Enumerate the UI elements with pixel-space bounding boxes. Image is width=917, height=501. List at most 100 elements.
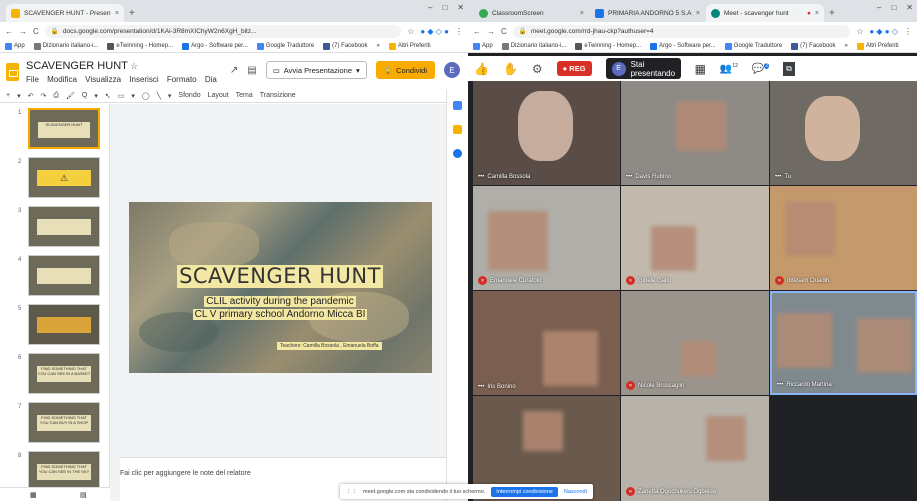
- bookmark-item[interactable]: Google Traduttore: [256, 42, 314, 50]
- participant-tile[interactable]: ••• Iris Bonino: [473, 291, 620, 395]
- menu-formato[interactable]: Formato: [167, 75, 197, 84]
- close-tab-icon[interactable]: ×: [115, 10, 119, 17]
- participant-tile[interactable]: ✕ Zanetta Ogochukwu Ogbeide: [621, 396, 769, 501]
- activity-icon[interactable]: ↗: [230, 65, 238, 76]
- minimize-icon[interactable]: –: [877, 3, 881, 12]
- slide-thumbnail[interactable]: [28, 255, 100, 296]
- close-tab-icon[interactable]: ×: [815, 10, 819, 17]
- slide-title[interactable]: SCAVENGER HUNT: [177, 265, 383, 288]
- maximize-icon[interactable]: □: [442, 3, 447, 12]
- undo-icon[interactable]: ↶: [28, 92, 34, 100]
- presenting-indicator[interactable]: E Stai presentando: [605, 58, 681, 79]
- slide-thumbnail[interactable]: [28, 206, 100, 247]
- recording-badge[interactable]: ● REG: [556, 61, 592, 76]
- raise-hand-icon[interactable]: ✋: [503, 62, 518, 76]
- bookmark-item[interactable]: eTwinning - Homep...: [107, 42, 173, 50]
- participant-tile[interactable]: ••• Davis Rubino: [621, 81, 769, 185]
- stop-sharing-button[interactable]: Interrompi condivisione: [491, 486, 558, 497]
- new-slide-icon[interactable]: +: [6, 92, 10, 99]
- bookmark-item[interactable]: Altri Preferiti: [388, 42, 431, 50]
- settings-gear-icon[interactable]: ⚙: [532, 62, 543, 76]
- share-button[interactable]: 🔒 Condividi: [375, 61, 435, 79]
- layout-grid-icon[interactable]: ▦: [695, 62, 706, 76]
- back-icon[interactable]: ←: [473, 27, 481, 36]
- select-cursor-icon[interactable]: ↖: [105, 92, 111, 100]
- reload-icon[interactable]: C: [501, 27, 507, 36]
- bookmark-star-icon[interactable]: ☆: [407, 27, 414, 36]
- chevron-down-icon[interactable]: ▾: [17, 92, 21, 100]
- bookmark-overflow[interactable]: »: [377, 43, 380, 49]
- participant-tile-active-speaker[interactable]: ••• Riccardo Martina: [770, 291, 917, 395]
- bookmark-item[interactable]: (7) Facebook: [323, 42, 368, 50]
- close-tab-icon[interactable]: ×: [580, 10, 584, 17]
- transition-button[interactable]: Transizione: [260, 92, 296, 99]
- menu-diapositiva[interactable]: Dia: [205, 75, 217, 84]
- extension-icons[interactable]: ● ◆ ● ◇: [869, 27, 898, 36]
- menu-file[interactable]: File: [26, 75, 39, 84]
- menu-visualizza[interactable]: Visualizza: [85, 75, 121, 84]
- slide-subtitle[interactable]: CLIL activity during the pandemic CL V p…: [177, 295, 383, 321]
- new-tab-button[interactable]: +: [829, 8, 835, 19]
- url-field[interactable]: 🔒 meet.google.com/rrd-jhau-ckp?authuser=4: [512, 24, 851, 38]
- forward-icon[interactable]: →: [19, 27, 27, 36]
- participant-tile[interactable]: ✕ Nicole Bruscaglin: [621, 291, 769, 395]
- participant-tile[interactable]: ✕ Emanuele Curatolo: [473, 186, 620, 290]
- participant-tile[interactable]: ✕ Gioele Gallo: [621, 186, 769, 290]
- paint-format-icon[interactable]: 🖌: [66, 92, 75, 100]
- chevron-down-icon[interactable]: ▾: [94, 92, 98, 100]
- tab-meet[interactable]: Meet - scavenger hunt ● ×: [706, 4, 824, 22]
- main-slide[interactable]: SCAVENGER HUNT CLIL activity during the …: [129, 202, 432, 373]
- back-icon[interactable]: ←: [5, 27, 13, 36]
- calendar-icon[interactable]: [453, 101, 462, 110]
- bookmark-star-icon[interactable]: ☆: [856, 27, 863, 36]
- menu-icon[interactable]: ⋮: [455, 27, 463, 36]
- participant-tile[interactable]: ✕ Ibtesam Ouadih: [770, 186, 917, 290]
- url-field[interactable]: 🔒 docs.google.com/presentation/d/1KAi-3R8…: [44, 24, 402, 38]
- slide-thumbnail[interactable]: ⚠: [28, 157, 100, 198]
- pip-icon[interactable]: ⧉: [783, 61, 795, 76]
- thumbs-up-icon[interactable]: 👍: [474, 62, 489, 76]
- close-tab-icon[interactable]: ×: [696, 10, 700, 17]
- slide-thumbnail[interactable]: SCAVENGER HUNT: [28, 108, 100, 149]
- bookmark-item[interactable]: (7) Facebook: [791, 42, 836, 50]
- slide-thumbnail[interactable]: FIND SOMETHING THAT YOU CAN BUY IN A SHO…: [28, 402, 100, 443]
- menu-icon[interactable]: ⋮: [904, 27, 912, 36]
- participant-tile[interactable]: ••• Tu: [770, 81, 917, 185]
- line-icon[interactable]: ╲: [157, 92, 161, 100]
- bookmark-item[interactable]: Dizionario italiano-i...: [33, 42, 98, 50]
- forward-icon[interactable]: →: [487, 27, 495, 36]
- slide-thumbnail[interactable]: FIND SOMETHING THAT YOU CAN SEE IN A BAS…: [28, 353, 100, 394]
- zoom-icon[interactable]: Q: [82, 92, 87, 99]
- chevron-down-icon[interactable]: ▾: [131, 92, 135, 100]
- redo-icon[interactable]: ↷: [40, 92, 46, 100]
- account-avatar[interactable]: E: [444, 62, 460, 78]
- close-window-icon[interactable]: ✕: [906, 3, 913, 12]
- bookmark-item[interactable]: Google Traduttore: [724, 42, 782, 50]
- bookmark-item[interactable]: Altri Preferiti: [856, 42, 899, 50]
- slide-canvas[interactable]: SCAVENGER HUNT CLIL activity during the …: [110, 104, 446, 501]
- list-view-icon[interactable]: ▤: [80, 491, 87, 499]
- tab-classroomscreen[interactable]: ClassroomScreen ×: [474, 4, 589, 22]
- extension-icons[interactable]: ● ◆ ◇ ●: [420, 27, 449, 36]
- shape-icon[interactable]: ◯: [142, 92, 150, 100]
- grid-view-icon[interactable]: ▦: [30, 491, 37, 499]
- tab-slides[interactable]: SCAVENGER HUNT - Presentaz... ×: [6, 4, 124, 22]
- bookmark-overflow[interactable]: »: [845, 43, 848, 49]
- star-icon[interactable]: ☆: [130, 61, 138, 71]
- print-icon[interactable]: ⎙: [53, 92, 59, 100]
- textbox-icon[interactable]: ▭: [118, 92, 125, 100]
- slides-logo-icon[interactable]: [6, 62, 19, 81]
- menu-inserisci[interactable]: Inserisci: [129, 75, 158, 84]
- bookmark-item[interactable]: Argo - Software per...: [650, 42, 716, 50]
- theme-button[interactable]: Tema: [236, 92, 253, 99]
- slide-thumbnail[interactable]: FIND SOMETHING THAT YOU CAN SEE IN THE S…: [28, 451, 100, 492]
- present-button[interactable]: ▭ Avvia Presentazione ▾: [265, 61, 367, 79]
- chat-icon[interactable]: 💬2: [752, 62, 770, 74]
- keep-icon[interactable]: [453, 125, 462, 134]
- comments-icon[interactable]: ▤: [247, 65, 256, 76]
- layout-button[interactable]: Layout: [208, 92, 229, 99]
- doc-title[interactable]: SCAVENGER HUNT: [26, 60, 128, 72]
- tab-primaria[interactable]: PRIMARIA ANDORNO 5 S.A. ×: [590, 4, 705, 22]
- participant-tile[interactable]: ••• Camilla Bossola: [473, 81, 620, 185]
- minimize-icon[interactable]: –: [428, 3, 432, 12]
